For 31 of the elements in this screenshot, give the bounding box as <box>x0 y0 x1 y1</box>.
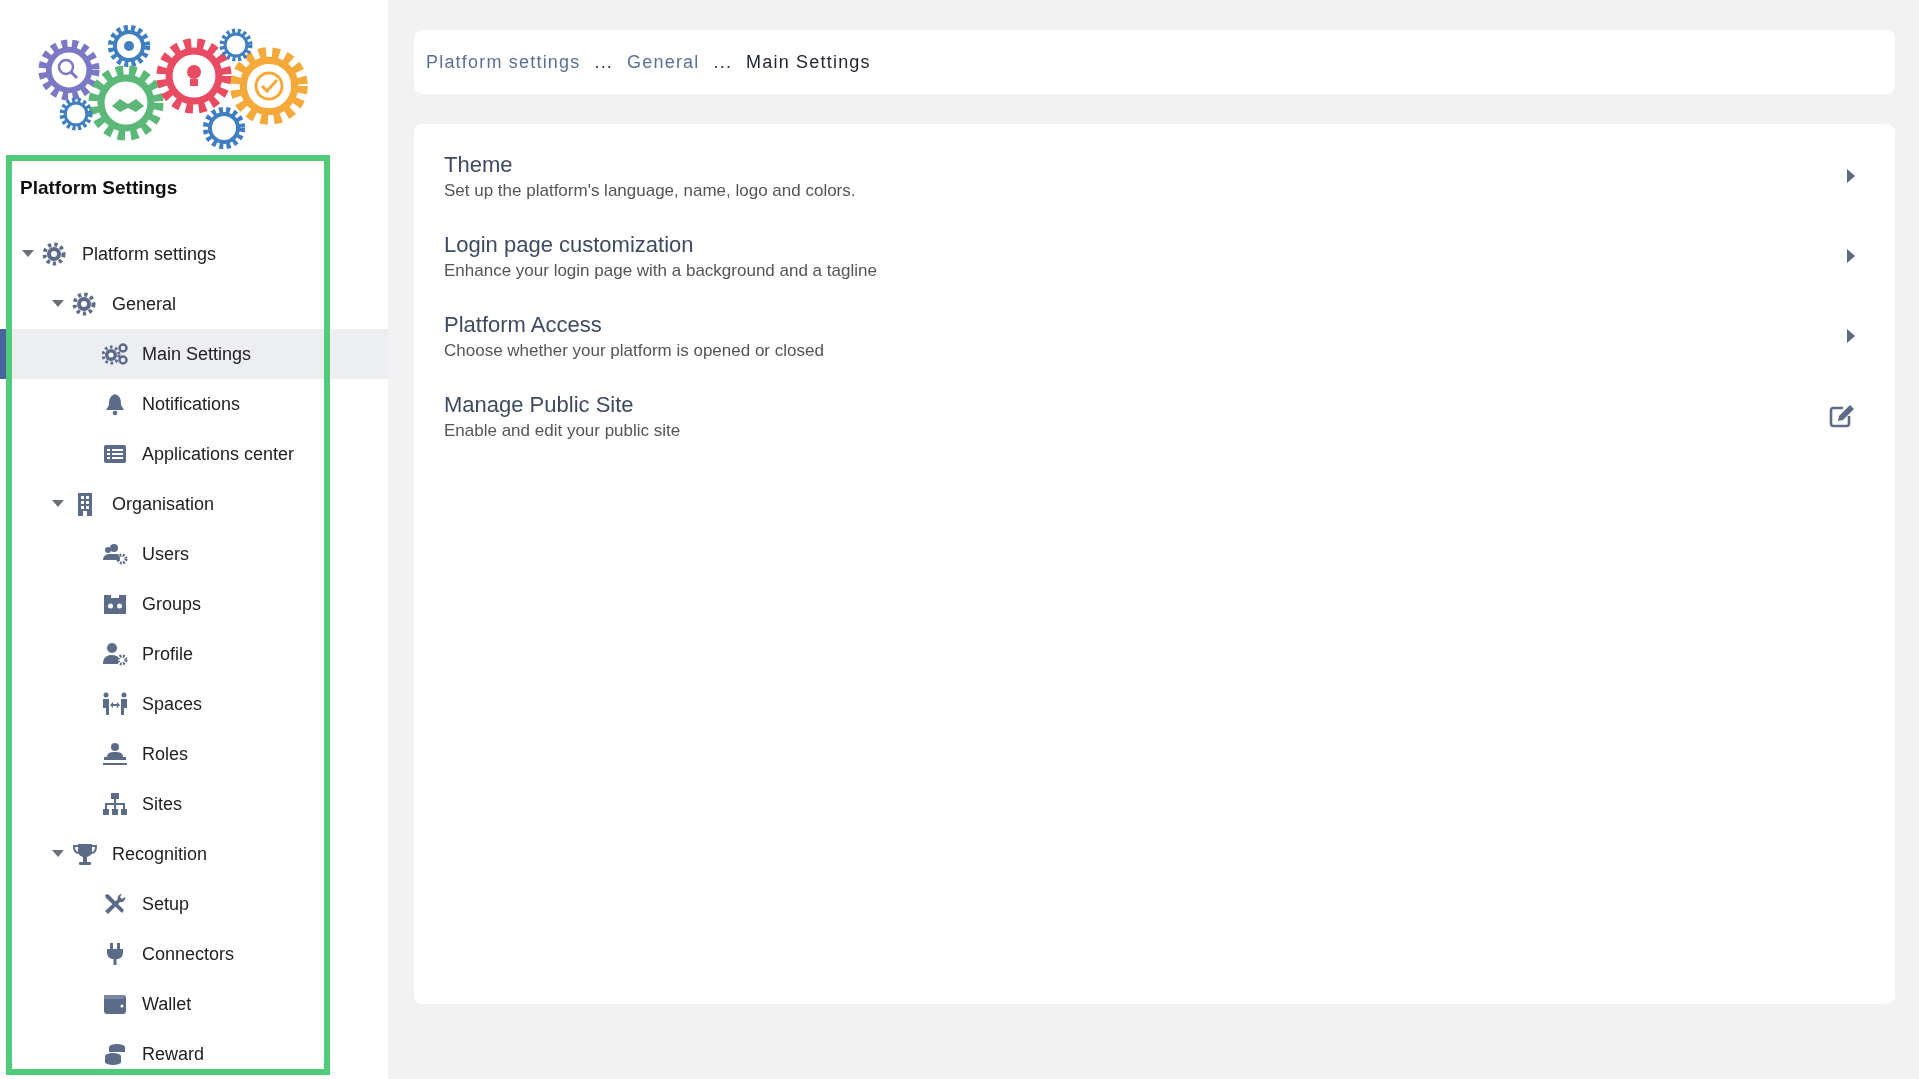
setting-description: Set up the platform's language, name, logo and colors. <box>444 180 856 201</box>
sidebar-item[interactable]: Organisation <box>0 479 388 529</box>
sidebar-title: Platform Settings <box>19 176 179 200</box>
sidebar-item[interactable]: Platform settings <box>0 229 388 279</box>
sidebar-item[interactable]: Connectors <box>0 929 388 979</box>
setting-description: Enable and edit your public site <box>444 420 681 441</box>
setting-description: Choose whether your platform is opened or closed <box>444 340 824 361</box>
sidebar-item[interactable]: Setup <box>0 879 388 929</box>
setting-title: Platform Access <box>444 311 603 338</box>
sidebar-item[interactable]: Reward <box>0 1029 388 1079</box>
setting-description: Enhance your login page with a background and a tagline <box>444 260 877 281</box>
sidebar-item[interactable]: Users <box>0 529 388 579</box>
setting-title: Manage Public Site <box>444 391 635 418</box>
sidebar-item[interactable]: Groups <box>0 579 388 629</box>
sidebar-item[interactable]: Wallet <box>0 979 388 1029</box>
sidebar-item[interactable]: Sites <box>0 779 388 829</box>
setting-title: Theme <box>444 151 514 178</box>
sidebar-item[interactable]: Spaces <box>0 679 388 729</box>
sidebar-item[interactable]: General <box>0 279 388 329</box>
sidebar-item[interactable]: Profile <box>0 629 388 679</box>
sidebar-item[interactable]: Recognition <box>0 829 388 879</box>
breadcrumb-current: Main Settings <box>746 51 871 73</box>
sidebar-item[interactable]: Main Settings <box>0 329 388 379</box>
sidebar-item[interactable]: Applications center <box>0 429 388 479</box>
setting-title: Login page customization <box>444 231 695 258</box>
breadcrumb-separator: ... <box>713 51 733 73</box>
breadcrumb-link[interactable]: General <box>627 51 700 73</box>
sidebar-item[interactable]: Roles <box>0 729 388 779</box>
breadcrumb-link[interactable]: Platform settings <box>426 51 581 73</box>
sidebar-item[interactable]: Notifications <box>0 379 388 429</box>
breadcrumb-separator: ... <box>594 51 614 73</box>
